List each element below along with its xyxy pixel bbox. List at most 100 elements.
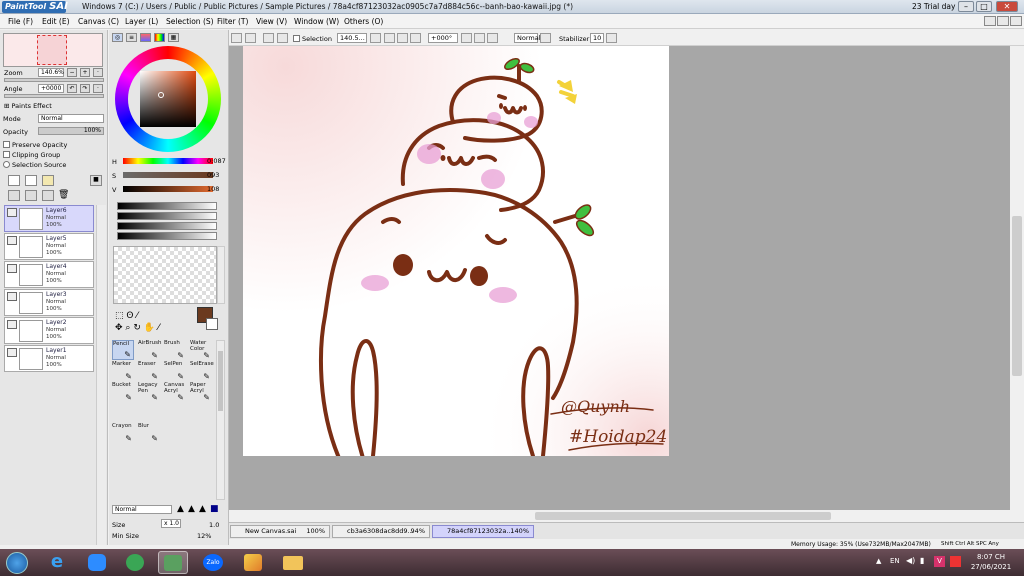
layer-item[interactable]: Layer1 Normal 100% (4, 345, 94, 372)
rotate-left-button[interactable]: ↶ (67, 84, 77, 93)
maximize-button[interactable]: □ (976, 1, 992, 12)
ie-icon[interactable]: e (42, 551, 72, 574)
invert-selection-button[interactable] (277, 33, 288, 43)
toolbar-rotate-reset-button[interactable] (487, 33, 498, 43)
toolbar-rotate-left-button[interactable] (461, 33, 472, 43)
hue-slider[interactable] (123, 158, 213, 164)
gray-swatch-bar[interactable] (117, 202, 217, 210)
layer-item[interactable]: Layer2 Normal 100% (4, 317, 94, 344)
sai-icon[interactable] (158, 551, 188, 574)
color-wheel-mode-icon[interactable]: ◎ (112, 33, 123, 42)
tray-app-icon[interactable] (950, 556, 961, 567)
merge-down-button[interactable] (25, 190, 37, 201)
value-slider[interactable] (123, 186, 213, 192)
gray-swatch-bar[interactable] (117, 232, 217, 240)
navigator-thumbnail[interactable] (3, 33, 103, 67)
tool-selpen[interactable]: SelPen ✎ (164, 361, 186, 381)
rotate-right-button[interactable]: ↷ (80, 84, 90, 93)
toolbar-zoom-dropdown[interactable] (370, 33, 381, 43)
tool-bucket[interactable]: Bucket ✎ (112, 382, 134, 402)
new-layer-button[interactable] (8, 175, 20, 186)
minimize-button[interactable]: – (958, 1, 974, 12)
clock[interactable]: 8:07 CH 27/06/2021 (966, 552, 1016, 572)
rgb-slider-mode-icon[interactable]: ≡ (126, 33, 137, 42)
zoom-icon[interactable] (82, 551, 112, 574)
undo-button[interactable] (231, 33, 242, 43)
angle-slider[interactable] (4, 94, 104, 98)
layer-item[interactable]: Layer5 Normal 100% (4, 233, 94, 260)
horizontal-scroll-thumb[interactable] (535, 512, 831, 520)
vivaldi-tray-icon[interactable]: V (934, 556, 945, 567)
tool-canvas-acryl[interactable]: Canvas Acryl ✎ (164, 382, 186, 402)
layer-item[interactable]: Layer4 Normal 100% (4, 261, 94, 288)
canvas-tab-active[interactable]: 78a4cf87123032a... 140% (432, 525, 534, 538)
menu-filter[interactable]: Filter (T) (217, 17, 248, 26)
toolbar-rotate-right-button[interactable] (474, 33, 485, 43)
menu-selection[interactable]: Selection (S) (166, 17, 214, 26)
toolbar-zoom-out-button[interactable] (384, 33, 395, 43)
tool-legacy-pen[interactable]: Legacy Pen ✎ (138, 382, 160, 402)
menu-window[interactable]: Window (W) (294, 17, 339, 26)
mdi-close-button[interactable] (1010, 16, 1022, 26)
zalo-icon[interactable]: Zalo (198, 551, 228, 574)
layer-mask-button[interactable]: ■ (90, 175, 102, 186)
navigator-viewport[interactable] (37, 35, 67, 65)
scratch-mode-icon[interactable]: ▦ (168, 33, 179, 42)
tool-scrollbar[interactable] (216, 340, 225, 500)
start-button[interactable] (6, 552, 28, 574)
zoom-out-button[interactable]: − (67, 68, 77, 77)
app3-icon[interactable] (120, 551, 150, 574)
menu-edit[interactable]: Edit (E) (42, 17, 70, 26)
rect-select-icon[interactable]: ⬚ (115, 311, 124, 321)
layer-mode-select[interactable]: Normal (38, 114, 104, 123)
paints-effect-toggle[interactable]: ⊞ Paints Effect (4, 102, 52, 110)
eye-icon[interactable] (7, 348, 17, 357)
horizontal-scrollbar[interactable] (229, 510, 1010, 522)
magic-wand-icon[interactable]: ⁄ (136, 311, 138, 321)
brush-shape-2-icon[interactable]: ▲ (188, 504, 195, 514)
hsv-slider-mode-icon[interactable] (140, 33, 151, 42)
transfer-down-button[interactable] (8, 190, 20, 201)
tool-crayon[interactable]: Crayon ✎ (112, 423, 134, 443)
angle-value[interactable]: +0000 (38, 84, 64, 93)
toolbar-angle-field[interactable]: +000° (428, 33, 458, 43)
stabilizer-field[interactable]: 10 (590, 33, 604, 43)
saturation-slider[interactable] (123, 172, 213, 178)
hand-icon[interactable]: ✋ (144, 323, 155, 333)
tool-selerase[interactable]: SelErase ✎ (190, 361, 214, 381)
brush-shape-3-icon[interactable]: ▲ (199, 504, 206, 514)
zoom-tool-icon[interactable]: ⌕ (125, 323, 130, 333)
brush-shape-4-icon[interactable]: ■ (210, 504, 219, 514)
tool-paper-acryl[interactable]: Paper Acryl ✎ (190, 382, 212, 402)
gray-swatch-bar[interactable] (117, 222, 217, 230)
clear-layer-button[interactable] (42, 190, 54, 201)
vertical-scrollbar[interactable] (1010, 46, 1024, 510)
brush-shape-1-icon[interactable]: ▲ (177, 504, 184, 514)
zoom-reset-button[interactable]: · (93, 68, 103, 77)
mdi-minimize-button[interactable] (984, 16, 996, 26)
gray-swatch-bar[interactable] (117, 212, 217, 220)
tool-blur[interactable]: Blur ✎ (138, 423, 160, 443)
explorer-icon[interactable] (278, 551, 308, 574)
menu-canvas[interactable]: Canvas (C) (78, 17, 119, 26)
toolbar-zoom-field[interactable]: 140.5... (337, 33, 367, 43)
volume-icon[interactable]: ◀) (906, 556, 915, 565)
menu-layer[interactable]: Layer (L) (125, 17, 158, 26)
menu-file[interactable]: File (F) (8, 17, 33, 26)
layer-item[interactable]: Layer3 Normal 100% (4, 289, 94, 316)
preserve-opacity-checkbox[interactable] (3, 141, 10, 148)
new-linework-button[interactable] (25, 175, 37, 186)
swatch-mode-icon[interactable] (154, 33, 165, 42)
eye-icon[interactable] (7, 236, 17, 245)
color-picker-cursor[interactable] (158, 92, 164, 98)
scratch-scrollbar[interactable] (217, 246, 225, 304)
selection-checkbox[interactable] (293, 35, 300, 42)
new-folder-button[interactable] (42, 175, 54, 186)
toolbar-blend-mode[interactable]: Normal (514, 33, 541, 43)
zoom-value[interactable]: 140.6% (38, 68, 64, 77)
vertical-scroll-thumb[interactable] (1012, 216, 1022, 376)
eyedropper-icon[interactable]: ⁄ (158, 323, 160, 333)
menu-view[interactable]: View (V) (256, 17, 287, 26)
eye-icon[interactable] (7, 208, 17, 217)
color-wheel[interactable] (115, 46, 221, 152)
